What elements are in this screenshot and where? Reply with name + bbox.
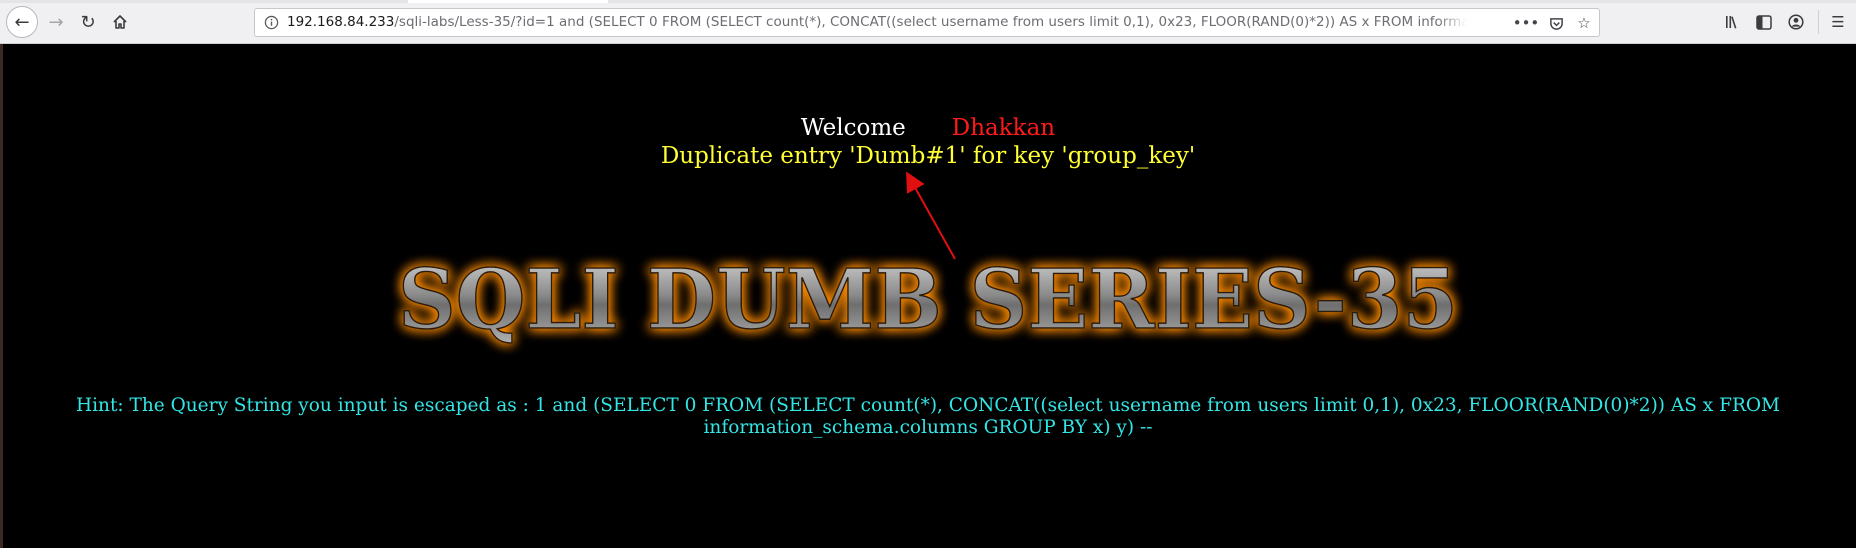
hint-message: Hint: The Query String you input is esca…	[76, 395, 1780, 438]
menu-button[interactable]: ☰	[1826, 10, 1850, 34]
library-button[interactable]	[1720, 10, 1744, 34]
star-icon: ☆	[1577, 14, 1591, 32]
browser-window: ← → ↻ 192.168.84.233/sqli-labs/Less-35/?…	[0, 0, 1856, 548]
home-icon	[113, 15, 127, 29]
pocket-button[interactable]	[1545, 13, 1567, 33]
reload-icon: ↻	[80, 11, 96, 33]
more-horizontal-icon: •••	[1512, 14, 1540, 32]
forward-arrow-icon: →	[48, 11, 64, 33]
bookmark-star-button[interactable]: ☆	[1573, 13, 1595, 33]
annotation-overlay	[906, 171, 956, 260]
back-button[interactable]: ←	[6, 6, 38, 38]
reload-button[interactable]: ↻	[74, 8, 102, 36]
site-info-icon[interactable]	[264, 15, 279, 30]
annotation-arrow	[906, 171, 956, 260]
page-actions-button[interactable]: •••	[1512, 13, 1540, 33]
home-button[interactable]	[106, 8, 134, 36]
account-button[interactable]	[1784, 10, 1808, 34]
url-text[interactable]: 192.168.84.233/sqli-labs/Less-35/?id=1 a…	[287, 9, 1467, 36]
toolbar-separator	[1818, 10, 1819, 34]
pocket-icon	[1549, 17, 1563, 30]
sidebar-button[interactable]	[1752, 10, 1776, 34]
forward-button[interactable]: →	[42, 8, 70, 36]
browser-toolbar: ← → ↻ 192.168.84.233/sqli-labs/Less-35/?…	[0, 0, 1856, 44]
url-path: /sqli-labs/Less-35/?id=1 and (SELECT 0 F…	[394, 14, 1467, 30]
page-content: Welcome Dhakkan Duplicate entry 'Dumb#1' …	[0, 44, 1856, 548]
library-icon	[1725, 16, 1736, 29]
account-icon	[1788, 14, 1804, 30]
url-bar[interactable]: 192.168.84.233/sqli-labs/Less-35/?id=1 a…	[254, 8, 1600, 37]
url-host: 192.168.84.233	[287, 14, 395, 30]
tab-strip	[0, 0, 1856, 3]
back-arrow-icon: ←	[14, 11, 30, 33]
active-tab-indicator[interactable]	[408, 0, 608, 3]
url-fade-overlay	[1437, 10, 1467, 36]
hamburger-menu-icon: ☰	[1831, 13, 1845, 31]
sidebar-icon	[1756, 14, 1772, 30]
